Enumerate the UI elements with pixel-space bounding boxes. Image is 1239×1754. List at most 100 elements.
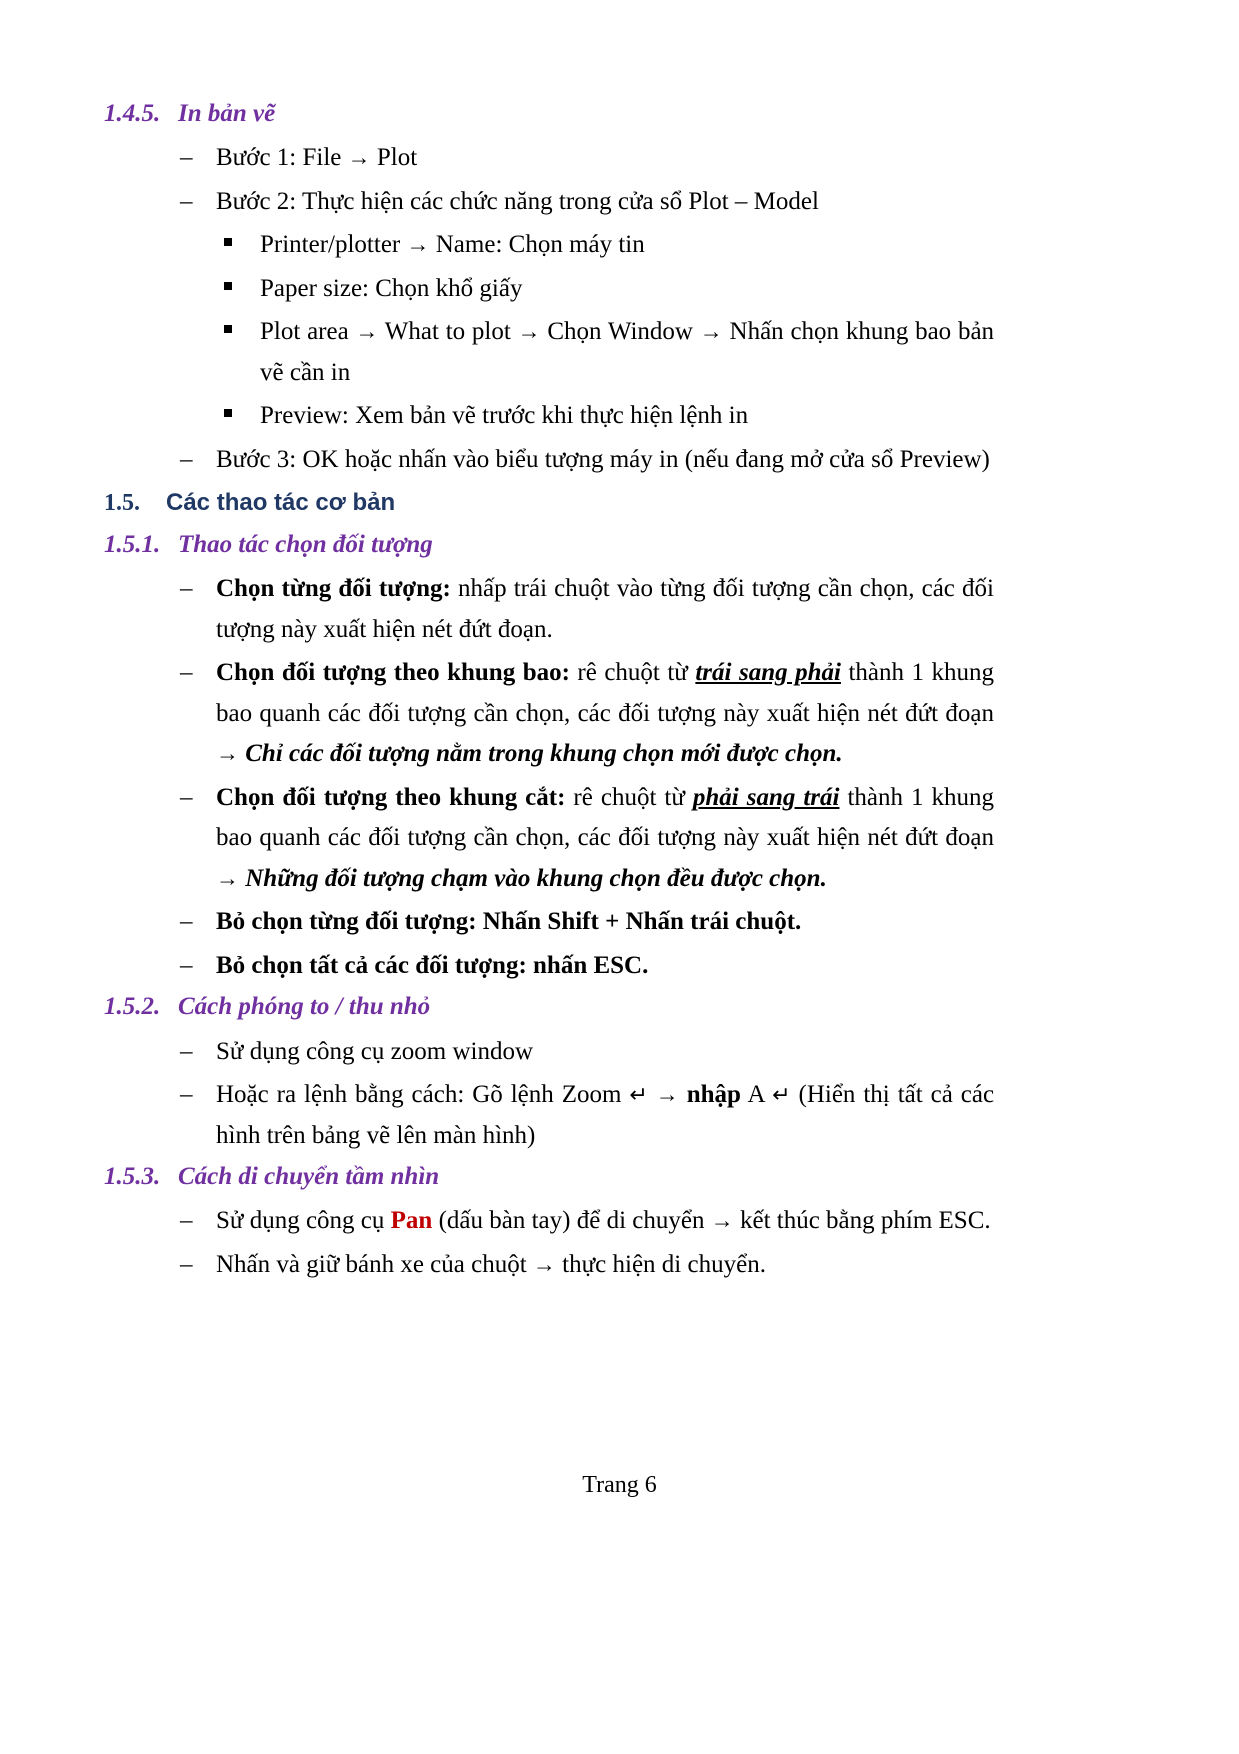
arrow-right-icon: → — [532, 1250, 556, 1277]
list-item-zoom-command: – Hoặc ra lệnh bằng cách: Gõ lệnh Zoom ↵… — [104, 1075, 994, 1156]
enter-key-icon: ↵ — [629, 1083, 648, 1109]
list-item-bo-chon-tat-ca: – Bỏ chọn tất cả các đối tượng: nhấn ESC… — [104, 946, 994, 987]
pan-keyword: Pan — [390, 1207, 433, 1235]
buoc1-text-b: Plot — [376, 144, 418, 172]
heading-1-5-3: 1.5.3. Cách di chuyển tầm nhìn — [104, 1159, 994, 1195]
pan-p1: Sử dụng công cụ — [216, 1207, 391, 1235]
square-bullet-icon — [224, 225, 260, 266]
dash-bullet-icon: – — [180, 1037, 193, 1065]
dash-bullet-icon: – — [180, 908, 193, 936]
list-item-chon-theo-khung-cat: – Chọn đối tượng theo khung cắt: rê chuộ… — [104, 778, 994, 900]
pan-p3: kết thúc bằng phím ESC. — [739, 1207, 991, 1235]
list-item-buoc-1-text: Bước 1: File → Plot — [216, 138, 994, 179]
heading-1-5-2-number: 1.5.2. — [104, 993, 161, 1021]
list-item-mouse-wheel: – Nhấn và giữ bánh xe của chuột → thực h… — [104, 1245, 994, 1286]
list-item-chon-tung-doi-tuong-text: Chọn từng đối tượng: nhấp trái chuột vào… — [216, 569, 994, 650]
pan-p2: (dấu bàn tay) để di chuyển — [432, 1207, 711, 1235]
chon-tung-lead: Chọn từng đối tượng: — [216, 575, 451, 603]
printer-plotter-part1: Printer/plotter — [260, 231, 401, 259]
heading-1-4-5-number: 1.4.5. — [104, 100, 161, 127]
plot-area-part3: Chọn Window — [547, 318, 693, 346]
khung-cat-tail: Những đối tượng chạm vào khung chọn đều … — [245, 864, 827, 892]
square-bullet-icon — [224, 312, 260, 353]
list-item-chon-theo-khung-cat-text: Chọn đối tượng theo khung cắt: rê chuột … — [216, 778, 994, 900]
dash-bullet-icon: – — [180, 575, 193, 603]
dash-bullet-icon: – — [180, 951, 193, 979]
khung-bao-lead: Chọn đối tượng theo khung bao: — [216, 659, 570, 687]
dash-bullet-icon: – — [180, 187, 193, 215]
zoom-cmd-p2: A — [740, 1081, 773, 1109]
list-item-preview-text: Preview: Xem bản vẽ trước khi thực hiện … — [260, 402, 749, 430]
dash-bullet-icon: – — [180, 1250, 193, 1278]
square-bullet-icon — [224, 396, 260, 437]
printer-plotter-part2: Name: Chọn máy tin — [435, 231, 645, 259]
wheel-p3: thực hiện di chuyển. — [562, 1250, 766, 1278]
page-content: 1.4.5. In bản vẽ – Bước 1: File → Plot –… — [104, 96, 994, 1288]
heading-1-4-5: 1.4.5. In bản vẽ — [104, 96, 994, 132]
dash-bullet-icon: – — [180, 144, 193, 172]
khung-bao-tail: Chỉ các đối tượng nằm trong khung chọn m… — [245, 740, 843, 768]
list-item-printer-plotter: Printer/plotter → Name: Chọn máy tin — [104, 225, 994, 266]
arrow-right-icon: → — [710, 1207, 734, 1234]
heading-1-5-3-number: 1.5.3. — [104, 1163, 161, 1191]
dash-bullet-icon: – — [180, 783, 193, 811]
enter-key-icon: ↵ — [772, 1083, 791, 1109]
dash-bullet-icon: – — [180, 1207, 193, 1235]
heading-1-5-2: 1.5.2. Cách phóng to / thu nhỏ — [104, 989, 994, 1025]
heading-1-5-3-title: Cách di chuyển tầm nhìn — [178, 1163, 440, 1191]
heading-1-5: 1.5. Các thao tác cơ bản — [104, 486, 994, 521]
dash-bullet-icon: – — [180, 659, 193, 687]
list-item-pan-tool-text: Sử dụng công cụ Pan (dấu bàn tay) để di … — [216, 1201, 994, 1242]
list-item-chon-tung-doi-tuong: – Chọn từng đối tượng: nhấp trái chuột v… — [104, 569, 994, 650]
list-item-buoc-2-text: Bước 2: Thực hiện các chức năng trong cử… — [216, 187, 819, 215]
list-item-bo-chon-tung: – Bỏ chọn từng đối tượng: Nhấn Shift + N… — [104, 902, 994, 943]
list-item-plot-area-text: Plot area → What to plot → Chọn Window →… — [260, 312, 994, 393]
dash-bullet-icon: – — [180, 1081, 193, 1109]
arrow-right-icon: → — [216, 864, 239, 891]
list-item-buoc-3: – Bước 3: OK hoặc nhấn vào biểu tượng má… — [104, 440, 994, 481]
list-item-printer-plotter-text: Printer/plotter → Name: Chọn máy tin — [260, 225, 994, 266]
zoom-cmd-p1: Hoặc ra lệnh bằng cách: Gõ lệnh Zoom — [216, 1081, 630, 1109]
khung-cat-emphasis: phải sang trái — [692, 783, 840, 811]
list-item-buoc-1: – Bước 1: File → Plot — [104, 138, 994, 179]
list-item-chon-theo-khung-bao: – Chọn đối tượng theo khung bao: rê chuộ… — [104, 653, 994, 775]
list-item-paper-size-text: Paper size: Chọn khổ giấy — [260, 274, 523, 302]
list-item-bo-chon-tung-text: Bỏ chọn từng đối tượng: Nhấn Shift + Nhấ… — [216, 908, 802, 936]
document-page: 1.4.5. In bản vẽ – Bước 1: File → Plot –… — [0, 0, 1239, 1754]
list-item-pan-tool: – Sử dụng công cụ Pan (dấu bàn tay) để d… — [104, 1201, 994, 1242]
list-item-zoom-command-text: Hoặc ra lệnh bằng cách: Gõ lệnh Zoom ↵ →… — [216, 1075, 994, 1156]
khung-bao-emphasis: trái sang phải — [695, 659, 841, 687]
wheel-p1: Nhấn và giữ bánh xe của chuột — [216, 1250, 533, 1278]
list-item-plot-area: Plot area → What to plot → Chọn Window →… — [104, 312, 994, 393]
list-item-zoom-window-text: Sử dụng công cụ zoom window — [216, 1037, 533, 1065]
plot-area-part2: What to plot — [384, 318, 511, 346]
arrow-right-icon: → — [517, 318, 541, 345]
dash-bullet-icon: – — [180, 445, 193, 473]
khung-cat-lead: Chọn đối tượng theo khung cắt: — [216, 783, 566, 811]
heading-1-5-number: 1.5. — [104, 490, 140, 517]
list-item-buoc-3-text: Bước 3: OK hoặc nhấn vào biểu tượng máy … — [216, 445, 990, 473]
list-item-mouse-wheel-text: Nhấn và giữ bánh xe của chuột → thực hiệ… — [216, 1245, 994, 1286]
heading-1-5-title: Các thao tác cơ bản — [166, 489, 396, 517]
heading-1-5-2-title: Cách phóng to / thu nhỏ — [178, 993, 431, 1021]
zoom-cmd-bold: nhập — [686, 1081, 741, 1109]
heading-1-5-1-number: 1.5.1. — [104, 531, 161, 559]
heading-1-4-5-title: In bản vẽ — [178, 100, 276, 127]
list-item-zoom-window: – Sử dụng công cụ zoom window — [104, 1032, 994, 1073]
list-item-chon-theo-khung-bao-text: Chọn đối tượng theo khung bao: rê chuột … — [216, 653, 994, 775]
buoc1-text-a: Bước 1: File — [216, 144, 342, 172]
plot-area-part1: Plot area — [260, 318, 349, 346]
list-item-bo-chon-tat-ca-text: Bỏ chọn tất cả các đối tượng: nhấn ESC. — [216, 951, 649, 979]
heading-1-5-1: 1.5.1. Thao tác chọn đối tượng — [104, 527, 994, 563]
list-item-buoc-2: – Bước 2: Thực hiện các chức năng trong … — [104, 182, 994, 223]
list-item-preview: Preview: Xem bản vẽ trước khi thực hiện … — [104, 396, 994, 437]
arrow-right-icon: → — [347, 144, 371, 171]
arrow-right-icon: → — [406, 231, 430, 258]
khung-cat-mid1: rê chuột từ — [565, 783, 693, 811]
arrow-right-icon: → — [216, 740, 239, 767]
khung-bao-mid1: rê chuột từ — [569, 659, 696, 687]
arrow-right-icon: → — [655, 1081, 679, 1108]
page-footer: Trang 6 — [582, 1472, 657, 1498]
arrow-right-icon: → — [699, 318, 723, 345]
square-bullet-icon — [224, 269, 260, 310]
